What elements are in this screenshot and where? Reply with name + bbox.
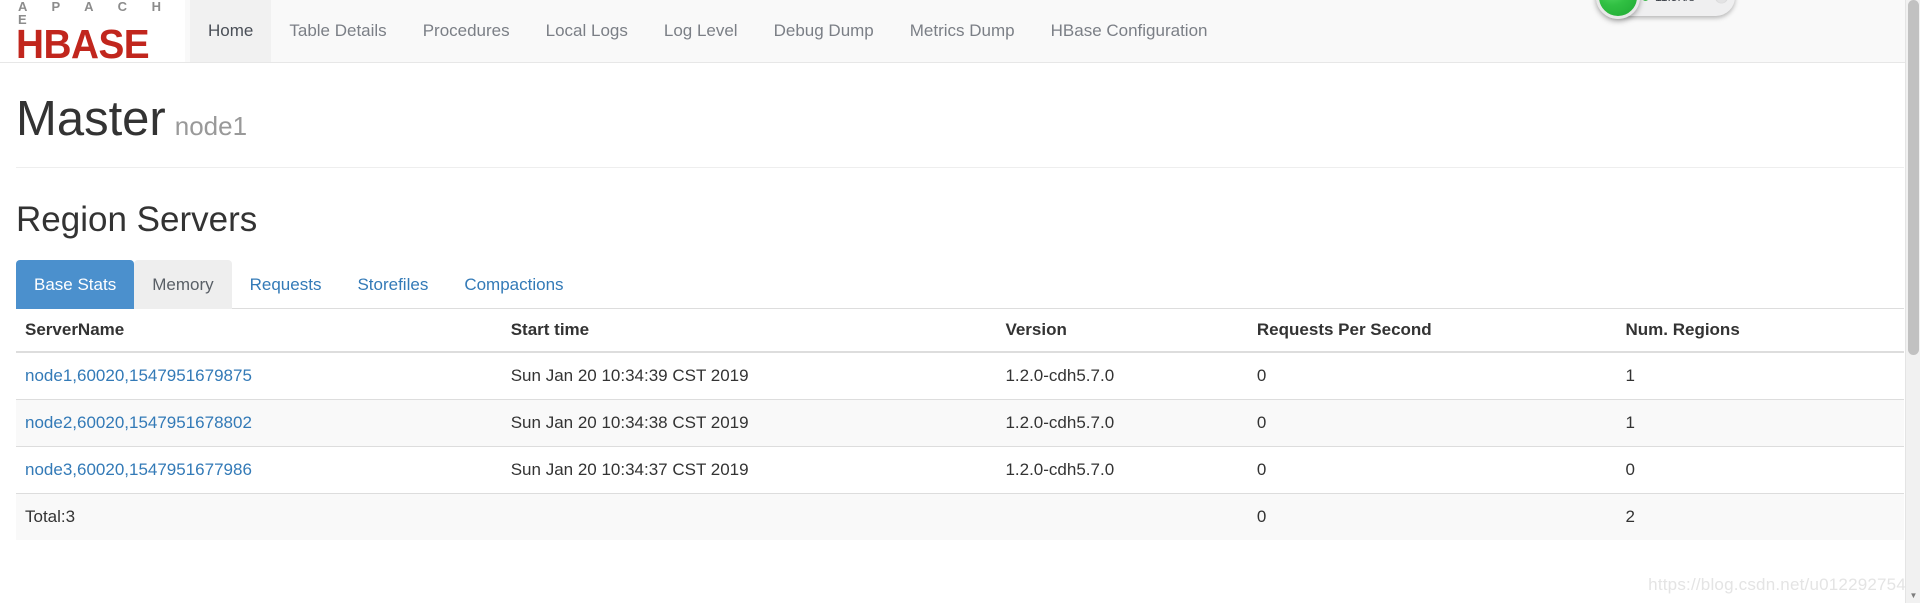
- cell-rps: 0: [1247, 399, 1617, 447]
- cell-num-regions: 1: [1616, 351, 1904, 400]
- status-orb-icon: [1596, 0, 1640, 19]
- nav-item-table-details[interactable]: Table Details: [271, 0, 404, 62]
- cell-total-label: Total:3: [16, 493, 502, 541]
- nav-items: Home Table Details Procedures Local Logs…: [190, 0, 1226, 62]
- cell-start-time: Sun Jan 20 10:34:38 CST 2019: [501, 399, 997, 447]
- page-container: Master node1 Region Servers Base Stats Me…: [0, 63, 1920, 541]
- cell-servername: node3,60020,1547951677986: [16, 446, 502, 494]
- column-header-version: Version: [996, 309, 1248, 354]
- page-scrollbar[interactable]: ▲ ▼: [1905, 0, 1920, 603]
- nav-item-hbase-configuration[interactable]: HBase Configuration: [1033, 0, 1226, 62]
- page-subtitle: node1: [174, 111, 248, 141]
- cell-start-time: Sun Jan 20 10:34:39 CST 2019: [501, 351, 997, 400]
- watermark-text: https://blog.csdn.net/u012292754: [1648, 575, 1906, 594]
- cell-rps: 0: [1247, 446, 1617, 494]
- cell-total-blank-2: [996, 493, 1248, 541]
- cell-version: 1.2.0-cdh5.7.0: [996, 446, 1248, 494]
- cell-total-blank-1: [501, 493, 997, 541]
- nav-item-log-level[interactable]: Log Level: [646, 0, 756, 62]
- page-header: Master node1: [16, 63, 1904, 169]
- region-servers-table: ServerName Start time Version Requests P…: [16, 309, 1904, 541]
- server-link[interactable]: node2,60020,1547951678802: [25, 413, 252, 432]
- tab-base-stats[interactable]: Base Stats: [16, 260, 135, 310]
- network-speed-widget[interactable]: 11.5K/s: [1596, 0, 1735, 19]
- tab-requests[interactable]: Requests: [232, 260, 340, 309]
- section-title-region-servers: Region Servers: [16, 200, 258, 240]
- table-row: node3,60020,1547951677986 Sun Jan 20 10:…: [16, 446, 1904, 494]
- column-header-num-regions: Num. Regions: [1616, 309, 1904, 354]
- table-head: ServerName Start time Version Requests P…: [16, 309, 1904, 354]
- nav-item-local-logs[interactable]: Local Logs: [528, 0, 646, 62]
- cell-num-regions: 1: [1616, 399, 1904, 447]
- table-row: node2,60020,1547951678802 Sun Jan 20 10:…: [16, 399, 1904, 447]
- server-link[interactable]: node1,60020,1547951679875: [25, 366, 252, 385]
- cell-num-regions: 0: [1616, 446, 1904, 494]
- cell-total-regions: 2: [1616, 493, 1904, 541]
- network-speed-value: 11.5K/s: [1655, 0, 1695, 4]
- hbase-logo[interactable]: A P A C H E HBASE: [0, 0, 185, 68]
- nav-item-procedures[interactable]: Procedures: [405, 0, 528, 62]
- nav-item-debug-dump[interactable]: Debug Dump: [756, 0, 892, 62]
- nav-item-home[interactable]: Home: [190, 0, 272, 62]
- tab-memory[interactable]: Memory: [134, 260, 232, 310]
- cell-version: 1.2.0-cdh5.7.0: [996, 399, 1248, 447]
- scroll-down-arrow-icon[interactable]: ▼: [1906, 588, 1920, 603]
- table-body: node1,60020,1547951679875 Sun Jan 20 10:…: [16, 351, 1904, 541]
- cell-rps: 0: [1247, 351, 1617, 400]
- top-navbar: A P A C H E HBASE Home Table Details Pro…: [0, 0, 1920, 68]
- page-title: Master: [16, 92, 166, 146]
- tab-storefiles[interactable]: Storefiles: [339, 260, 446, 309]
- widget-knob-icon[interactable]: [1715, 0, 1728, 4]
- brand-hbase-text: HBASE: [16, 21, 150, 68]
- cell-total-rps: 0: [1247, 493, 1617, 541]
- server-link[interactable]: node3,60020,1547951677986: [25, 460, 252, 479]
- nav-item-metrics-dump[interactable]: Metrics Dump: [892, 0, 1033, 62]
- column-header-rps: Requests Per Second: [1247, 309, 1617, 354]
- tab-compactions[interactable]: Compactions: [446, 260, 581, 309]
- table-row: node1,60020,1547951679875 Sun Jan 20 10:…: [16, 351, 1904, 400]
- region-servers-tabs: Base Stats Memory Requests Storefiles Co…: [16, 260, 1904, 310]
- cell-start-time: Sun Jan 20 10:34:37 CST 2019: [501, 446, 997, 494]
- status-dot-icon: [1642, 0, 1649, 1]
- column-header-servername: ServerName: [16, 309, 502, 354]
- cell-servername: node1,60020,1547951679875: [16, 351, 502, 400]
- cell-servername: node2,60020,1547951678802: [16, 399, 502, 447]
- table-header-row: ServerName Start time Version Requests P…: [16, 309, 1904, 354]
- table-total-row: Total:3 0 2: [16, 493, 1904, 541]
- cell-version: 1.2.0-cdh5.7.0: [996, 351, 1248, 400]
- scrollbar-thumb[interactable]: [1908, 0, 1919, 355]
- column-header-start-time: Start time: [501, 309, 997, 354]
